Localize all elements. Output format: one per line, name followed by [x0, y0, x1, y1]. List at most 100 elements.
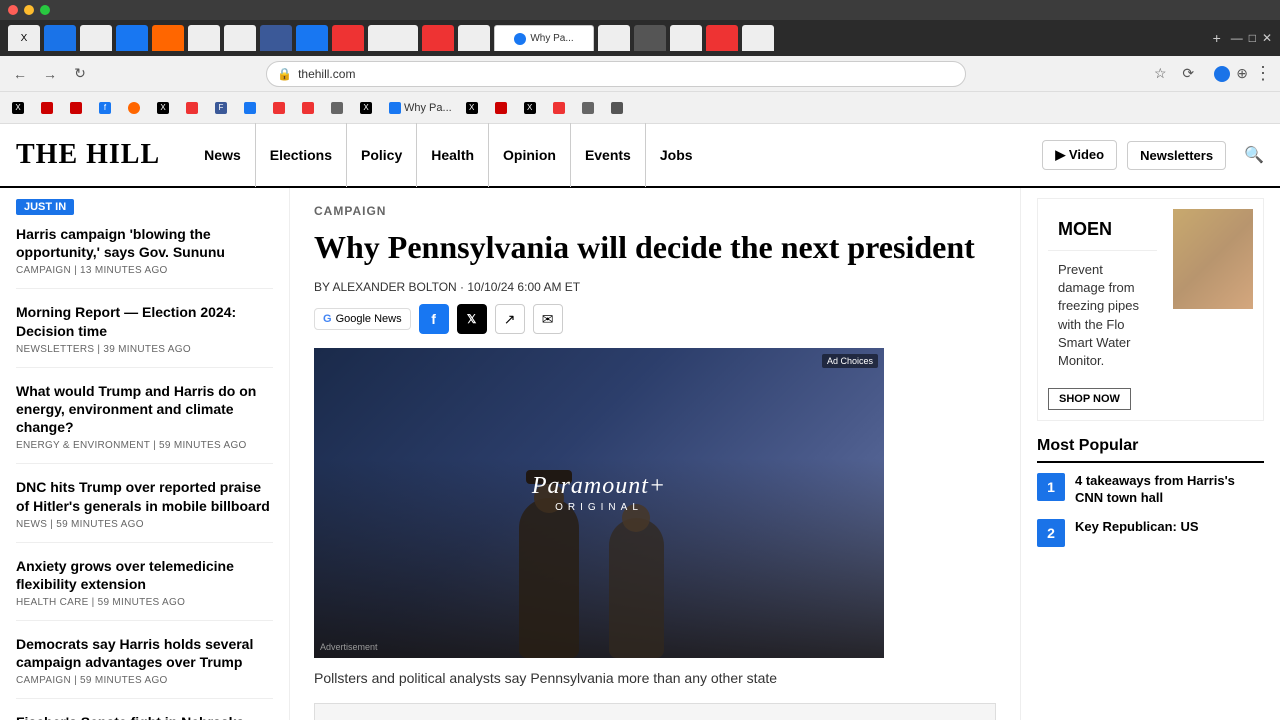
browser-minimize[interactable]: —: [1231, 31, 1243, 45]
tab-item[interactable]: [332, 25, 364, 51]
nav-policy[interactable]: Policy: [347, 123, 417, 187]
email-icon: ✉: [542, 311, 554, 328]
sidebar-headline-3[interactable]: What would Trump and Harris do on energy…: [16, 382, 273, 437]
ad-label: Advertisement: [320, 642, 378, 652]
bookmark-fb[interactable]: f: [93, 97, 120, 119]
tab-item[interactable]: [706, 25, 738, 51]
maximize-btn[interactable]: [40, 5, 50, 15]
tab-item[interactable]: [224, 25, 256, 51]
article-area: CAMPAIGN Why Pennsylvania will decide th…: [290, 188, 1020, 720]
bookmark-x2[interactable]: X: [151, 97, 178, 119]
nav-health[interactable]: Health: [417, 123, 489, 187]
forward-button[interactable]: →: [38, 62, 62, 86]
tab-item[interactable]: [634, 25, 666, 51]
sidebar-headline-5[interactable]: Anxiety grows over telemedicine flexibil…: [16, 557, 273, 593]
popular-headline-2[interactable]: Key Republican: US: [1075, 519, 1199, 536]
article-byline: BY ALEXANDER BOLTON · 10/10/24 6:00 AM E…: [314, 280, 996, 294]
nav-opinion[interactable]: Opinion: [489, 123, 571, 187]
bookmark-x4[interactable]: X: [460, 97, 487, 119]
most-popular-section: Most Popular 1 4 takeaways from Harris's…: [1037, 437, 1264, 547]
google-icon: G: [323, 313, 332, 325]
bookmark-e4[interactable]: [576, 97, 603, 119]
ad-copy: Prevent damage from freezing pipes with …: [1048, 251, 1157, 380]
share-x[interactable]: 𝕏: [457, 304, 487, 334]
newsletters-button[interactable]: Newsletters: [1127, 141, 1226, 170]
sidebar-meta-5: HEALTH CARE | 59 MINUTES AGO: [16, 597, 273, 608]
video-button[interactable]: ▶ Video: [1042, 140, 1117, 170]
browser-maximize[interactable]: □: [1249, 31, 1256, 45]
share-more[interactable]: ↗: [495, 304, 525, 334]
popular-headline-1[interactable]: 4 takeaways from Harris's CNN town hall: [1075, 473, 1264, 507]
bookmark-x3[interactable]: X: [354, 97, 381, 119]
tab-item[interactable]: [260, 25, 292, 51]
tab-item[interactable]: [116, 25, 148, 51]
list-item: What would Trump and Harris do on energy…: [16, 382, 273, 465]
tab-item[interactable]: [80, 25, 112, 51]
bookmark-e2[interactable]: [296, 97, 323, 119]
ad-cta-button[interactable]: SHOP NOW: [1048, 388, 1131, 410]
close-btn[interactable]: [8, 5, 18, 15]
share-facebook[interactable]: f: [419, 304, 449, 334]
bookmark-nbc[interactable]: [489, 97, 516, 119]
ad-choices-label[interactable]: Ad Choices: [822, 354, 878, 368]
list-item: Harris campaign 'blowing the opportunity…: [16, 225, 273, 289]
nav-jobs[interactable]: Jobs: [646, 123, 707, 187]
search-icon[interactable]: 🔍: [1244, 145, 1264, 165]
tab-item[interactable]: [598, 25, 630, 51]
bookmark-bbc[interactable]: [35, 97, 62, 119]
reload-button[interactable]: ↻: [68, 62, 92, 86]
share-google-news[interactable]: G Google News: [314, 308, 411, 330]
new-tab-button[interactable]: +: [1207, 28, 1227, 48]
nav-events[interactable]: Events: [571, 123, 646, 187]
tab-item[interactable]: [152, 25, 184, 51]
browser-nav-bar: ← → ↻ 🔒 thehill.com ☆ ⟳ ⊕ ⋮: [0, 56, 1280, 92]
tab-item[interactable]: [296, 25, 328, 51]
menu-icon[interactable]: ⋮: [1254, 63, 1272, 84]
extensions-icon[interactable]: ⊕: [1236, 65, 1248, 82]
active-tab[interactable]: Why Pa...: [494, 25, 594, 51]
site-logo[interactable]: THE HILL: [16, 139, 160, 171]
bookmark-e1[interactable]: [267, 97, 294, 119]
sidebar-meta-1: CAMPAIGN | 13 MINUTES AGO: [16, 265, 273, 276]
bookmark-espn[interactable]: [64, 97, 91, 119]
tab-item[interactable]: [742, 25, 774, 51]
tab-item[interactable]: [458, 25, 490, 51]
bookmark-e3[interactable]: [547, 97, 574, 119]
sidebar-headline-1[interactable]: Harris campaign 'blowing the opportunity…: [16, 225, 273, 261]
tab-item[interactable]: [422, 25, 454, 51]
site-header: THE HILL News Elections Policy Health Op…: [0, 124, 1280, 188]
tab-item[interactable]: [670, 25, 702, 51]
tab-bar: X Why Pa... + — □ ✕: [0, 20, 1280, 56]
bookmark-fb3[interactable]: [238, 97, 265, 119]
bookmark-x1[interactable]: X: [6, 97, 33, 119]
article-blurb: Pollsters and political analysts say Pen…: [314, 668, 996, 689]
nav-news[interactable]: News: [190, 123, 256, 187]
sidebar-headline-4[interactable]: DNC hits Trump over reported praise of H…: [16, 478, 273, 514]
bookmarks-star[interactable]: ☆: [1148, 62, 1172, 86]
bookmark-e5[interactable]: [605, 97, 632, 119]
google-news-label: Google News: [336, 313, 402, 325]
bookmark-reddit[interactable]: [122, 97, 149, 119]
tab-item[interactable]: [44, 25, 76, 51]
sidebar-headline-6[interactable]: Democrats say Harris holds several campa…: [16, 635, 273, 671]
sidebar-headline-2[interactable]: Morning Report — Election 2024: Decision…: [16, 303, 273, 339]
address-bar[interactable]: 🔒 thehill.com: [266, 61, 966, 87]
article-image-container: Paramount+ ORIGINAL Ad Choices Advertise…: [314, 348, 996, 658]
sidebar-headline-7[interactable]: Fischer's Senate fight in Nebraska leave…: [16, 713, 273, 720]
minimize-btn[interactable]: [24, 5, 34, 15]
bookmark-hill[interactable]: Why Pa...: [383, 97, 458, 119]
reload-btn[interactable]: ⟳: [1176, 62, 1200, 86]
bookmark-yt[interactable]: [180, 97, 207, 119]
bookmark-fb2[interactable]: F: [209, 97, 236, 119]
back-button[interactable]: ←: [8, 62, 32, 86]
nav-elections[interactable]: Elections: [256, 123, 347, 187]
bookmark-g[interactable]: [325, 97, 352, 119]
right-sidebar: MOEN Prevent damage from freezing pipes …: [1020, 188, 1280, 720]
profile-icon[interactable]: [1214, 66, 1230, 82]
browser-close[interactable]: ✕: [1262, 31, 1272, 45]
bookmark-x5[interactable]: X: [518, 97, 545, 119]
tab-item[interactable]: [188, 25, 220, 51]
share-email[interactable]: ✉: [533, 304, 563, 334]
tab-item[interactable]: X: [8, 25, 40, 51]
tab-item[interactable]: [368, 25, 418, 51]
